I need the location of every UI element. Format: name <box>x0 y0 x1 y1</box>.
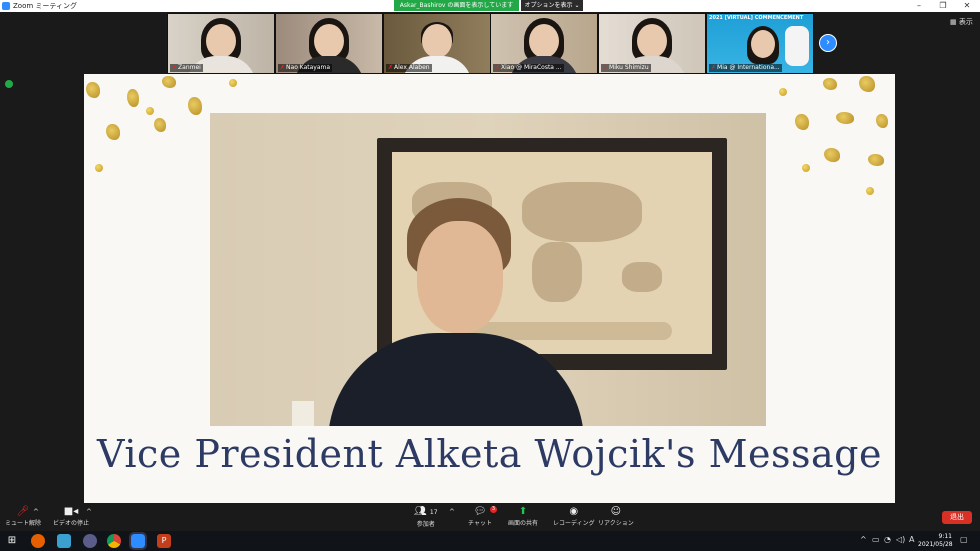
unmute-label: ミュート解除 <box>5 520 42 527</box>
firefox-icon[interactable] <box>31 534 45 548</box>
zoom-taskbar-icon[interactable] <box>129 532 147 550</box>
view-button[interactable]: ▦ 表示 <box>950 17 973 27</box>
clock-date: 2021/05/28 <box>918 541 953 548</box>
participants-label: 参加者 <box>416 521 435 528</box>
record-icon: ◉ <box>569 506 579 517</box>
share-label: 画面の共有 <box>508 520 539 527</box>
participant-tile[interactable]: ✗Zanmei <box>167 13 275 74</box>
speaker-video <box>210 113 766 426</box>
stop-video-button[interactable]: ■◂ ビデオの停止 <box>53 506 89 527</box>
light-switch <box>292 401 314 426</box>
share-banner: Askar_Bashirov の画面を表示しています <box>394 0 519 11</box>
record-button[interactable]: ◉ レコーディング <box>553 506 595 527</box>
leave-button[interactable]: 退出 <box>942 511 972 524</box>
window-title: Zoom ミーティング <box>13 2 77 10</box>
zoom-logo-icon <box>2 2 10 10</box>
next-page-button[interactable]: › <box>819 34 837 52</box>
participant-name: ✗Nao Katayama <box>278 64 333 72</box>
speaker-face <box>417 221 503 333</box>
battery-icon[interactable]: ▭ <box>872 535 880 544</box>
participant-name: ✗Zanmei <box>170 64 203 72</box>
tray-chevron-icon[interactable]: ^ <box>860 535 867 544</box>
view-label: 表示 <box>958 18 973 26</box>
commencement-slide-text: 2021 [VIRTUAL] COMMENCEMENT <box>709 15 804 21</box>
clock-time: 9:11 <box>938 533 952 540</box>
chat-label: チャット <box>468 520 492 527</box>
mic-off-icon: ✗ <box>711 64 717 71</box>
reactions-button[interactable]: ☺ リアクション <box>598 506 634 527</box>
mascot-image <box>785 26 809 66</box>
powerpoint-icon[interactable]: P <box>157 534 171 548</box>
participant-tile[interactable]: ✗Miku Shimizu <box>598 13 706 74</box>
video-camera-icon: ■◂ <box>63 506 79 517</box>
reaction-icon: ☺ <box>610 506 622 517</box>
stop-video-label: ビデオの停止 <box>53 520 90 527</box>
slide-title: Vice President Alketa Wojcik's Message <box>97 432 882 476</box>
participant-tile[interactable]: ✗Nao Katayama <box>275 13 383 74</box>
os-taskbar: ⊞ P ^ ▭ ◔ ◁) A 9:11 2021/05/28 ▢ <box>0 531 980 551</box>
participant-tile[interactable]: ✗Alex Alaben <box>383 13 491 74</box>
record-label: レコーディング <box>553 520 595 527</box>
participants-icon: 👥︎ 17 <box>414 506 438 517</box>
view-options-button[interactable]: オプションを表示 ⌄ <box>521 0 583 11</box>
volume-icon[interactable]: ◁) <box>896 535 905 544</box>
security-shield-icon[interactable] <box>5 80 13 88</box>
mic-off-icon: ✗ <box>172 64 178 71</box>
taskbar-clock[interactable]: 9:11 2021/05/28 <box>918 533 953 549</box>
participants-button[interactable]: 👥︎ 17 参加者 <box>414 506 438 528</box>
mic-off-icon: ✗ <box>603 64 609 71</box>
participant-name: ✗Miku Shimizu <box>601 64 651 72</box>
file-explorer-icon[interactable] <box>57 534 71 548</box>
mic-off-icon: ✗ <box>495 64 501 71</box>
share-screen-button[interactable]: ⬆ 画面の共有 <box>508 506 538 527</box>
audio-options-chevron[interactable]: ^ <box>33 508 39 516</box>
participants-chevron[interactable]: ^ <box>449 508 455 516</box>
participant-name: ✗Xiao @ MiraCosta ... <box>493 64 564 72</box>
wifi-icon[interactable]: ◔ <box>884 535 891 544</box>
participant-name: ✗Alex Alaben <box>386 64 432 72</box>
notification-icon[interactable]: ▢ <box>960 535 968 544</box>
participant-tile[interactable]: ✗Xiao @ MiraCosta ... <box>490 13 598 74</box>
participants-count: 17 <box>429 509 438 516</box>
windows-start-icon[interactable]: ⊞ <box>5 534 19 548</box>
meeting-toolbar: 🎤︎ ミュート解除 ^ ■◂ ビデオの停止 ^ 👥︎ 17 参加者 ^ 💬︎ 3… <box>0 503 980 531</box>
title-bar: Zoom ミーティング Askar_Bashirov の画面を表示しています オ… <box>0 0 980 12</box>
minimize-icon[interactable]: – <box>908 0 930 12</box>
chat-badge: 3 <box>490 506 497 513</box>
participant-name: ✗Mia @ Internationa... <box>709 64 782 72</box>
mic-off-icon: ✗ <box>280 64 286 71</box>
video-options-chevron[interactable]: ^ <box>86 508 92 516</box>
close-icon[interactable]: ✕ <box>956 0 978 12</box>
maximize-icon[interactable]: ❐ <box>932 0 954 12</box>
ime-indicator[interactable]: A <box>909 535 914 544</box>
chrome-icon[interactable] <box>107 534 121 548</box>
app-icon[interactable] <box>83 534 97 548</box>
mic-off-icon: ✗ <box>388 64 394 71</box>
shared-screen: Vice President Alketa Wojcik's Message <box>84 74 895 503</box>
chat-button[interactable]: 💬︎ 3 チャット <box>468 506 497 527</box>
share-screen-icon: ⬆ <box>518 506 528 517</box>
reaction-label: リアクション <box>598 520 634 527</box>
participant-tile[interactable]: 2021 [VIRTUAL] COMMENCEMENT ✗Mia @ Inter… <box>706 13 814 74</box>
chat-icon: 💬︎ <box>473 506 487 517</box>
